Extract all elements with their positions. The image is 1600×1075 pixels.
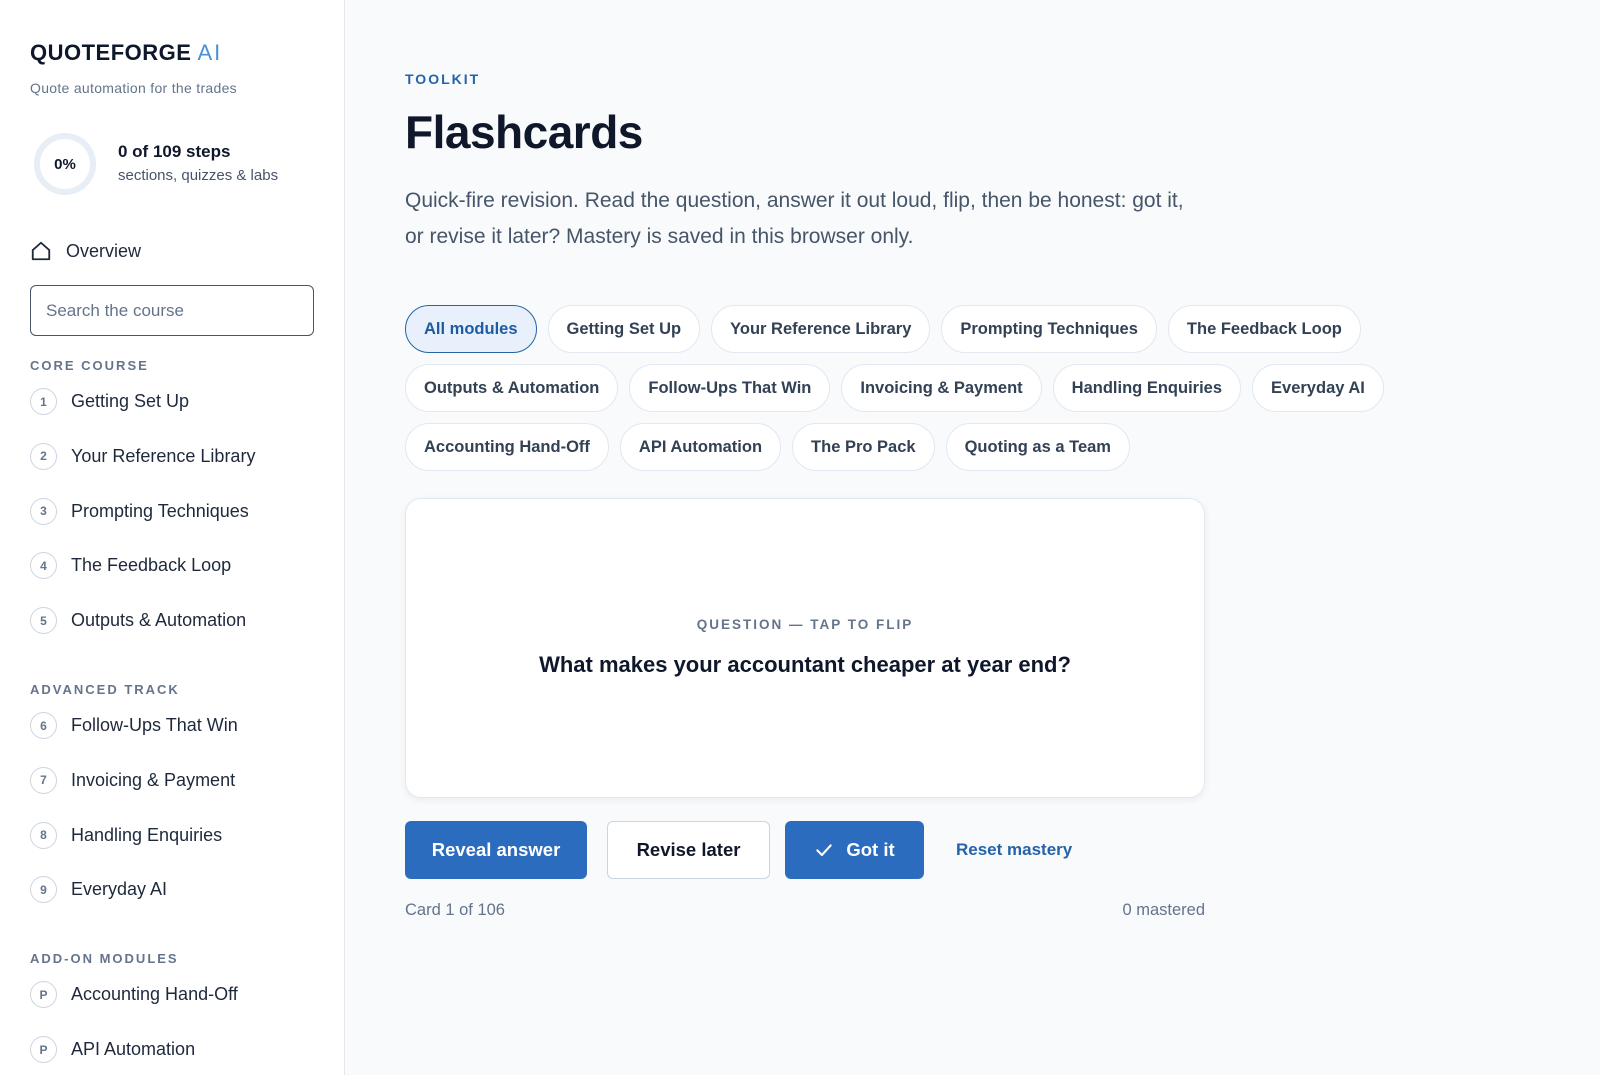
home-icon [31, 241, 51, 261]
sidebar: QUOTEFORGE AI Quote automation for the tr… [0, 0, 345, 1075]
step-number-badge: 8 [30, 821, 57, 849]
step-number-badge: 2 [30, 442, 57, 470]
sidebar-item[interactable]: 8 Handling Enquiries [30, 821, 223, 849]
sidebar-item[interactable]: 6 Follow-Ups That Win [30, 712, 238, 739]
step-number-badge: 7 [30, 766, 57, 794]
step-number-badge: P [30, 1036, 57, 1063]
sidebar-item[interactable]: 4 The Feedback Loop [30, 552, 232, 580]
search-input[interactable] [30, 285, 314, 336]
filter-chip[interactable]: Invoicing & Payment [841, 364, 1042, 412]
nav-overview-label: Overview [66, 240, 142, 261]
step-number-badge: P [30, 981, 57, 1009]
step-number-badge: 5 [30, 607, 57, 635]
filter-chip[interactable]: Getting Set Up [547, 305, 701, 353]
brand-suffix: AI [197, 40, 223, 65]
revise-later-button[interactable]: Revise later [607, 821, 770, 879]
sidebar-item-label: Getting Set Up [71, 391, 190, 411]
sidebar-item-label: Invoicing & Payment [71, 769, 236, 790]
reveal-answer-button[interactable]: Reveal answer [405, 821, 587, 879]
sidebar-item-label: Accounting Hand-Off [71, 984, 238, 1005]
nav-section-label: ADD-ON MODULES [30, 951, 179, 967]
sidebar-item[interactable]: P Accounting Hand-Off [30, 981, 238, 1009]
got-it-label: Got it [846, 839, 895, 860]
sidebar-item-label: Outputs & Automation [71, 610, 247, 631]
progress-steps: 0 of 109 steps [118, 142, 231, 161]
filter-chip[interactable]: Your Reference Library [711, 305, 931, 353]
reset-mastery-link[interactable]: Reset mastery [956, 840, 1072, 860]
progress-steps-sub: sections, quizzes & labs [118, 167, 279, 184]
brand-name: QUOTEFORGE [30, 40, 192, 65]
flashcard-question: What makes your accountant cheaper at ye… [539, 652, 1071, 677]
brand-tagline: Quote automation for the trades [30, 80, 237, 96]
sidebar-item-label: Follow-Ups That Win [71, 715, 238, 735]
sidebar-item-label: The Feedback Loop [71, 555, 232, 576]
page-eyebrow: TOOLKIT [405, 71, 481, 87]
sidebar-item[interactable]: 3 Prompting Techniques [30, 497, 249, 525]
sidebar-item-label: Prompting Techniques [71, 500, 249, 521]
sidebar-item[interactable]: P API Automation [30, 1036, 195, 1063]
filter-chip[interactable]: Handling Enquiries [1052, 364, 1242, 412]
filter-chip[interactable]: Accounting Hand-Off [405, 423, 609, 471]
filter-chip[interactable]: The Pro Pack [792, 423, 935, 471]
nav-overview[interactable]: Overview [30, 240, 141, 262]
card-counter: Card 1 of 106 [405, 901, 505, 919]
filter-chip[interactable]: All modules [405, 305, 537, 353]
module-filter-chips: All modules Getting Set Up Your Reference … [405, 305, 1405, 471]
progress-percent: 0% [54, 155, 76, 173]
sidebar-item[interactable]: 5 Outputs & Automation [30, 607, 247, 635]
sidebar-item[interactable]: 2 Your Reference Library [30, 442, 256, 470]
filter-chip[interactable]: Everyday AI [1252, 364, 1384, 412]
main-content: TOOLKIT Flashcards Quick-fire revision. … [345, 0, 1600, 1075]
mastered-count: 0 mastered [1122, 901, 1205, 919]
brand-logo[interactable]: QUOTEFORGE AI [30, 40, 222, 66]
step-number-badge: 3 [30, 497, 57, 525]
filter-chip[interactable]: Outputs & Automation [405, 364, 619, 412]
filter-chip[interactable]: Quoting as a Team [945, 423, 1130, 471]
page-title: Flashcards [405, 106, 643, 158]
sidebar-item-label: API Automation [71, 1039, 196, 1059]
nav-section-label: CORE COURSE [30, 358, 149, 373]
sidebar-item-label: Your Reference Library [71, 445, 256, 466]
check-icon [816, 844, 833, 857]
sidebar-item[interactable]: 7 Invoicing & Payment [30, 766, 236, 794]
step-number-badge: 1 [30, 388, 57, 415]
sidebar-item-label: Everyday AI [71, 879, 168, 900]
flashcard[interactable]: QUESTION — TAP TO FLIP What makes your a… [405, 498, 1205, 798]
page-description: Quick-fire revision. Read the question, … [405, 189, 1184, 248]
filter-chip[interactable]: API Automation [619, 423, 782, 471]
step-number-badge: 4 [30, 552, 57, 580]
nav-section-label: ADVANCED TRACK [30, 682, 180, 697]
step-number-badge: 9 [30, 876, 57, 904]
step-number-badge: 6 [30, 712, 57, 739]
filter-chip[interactable]: Follow-Ups That Win [629, 364, 831, 412]
filter-chip[interactable]: Prompting Techniques [941, 305, 1157, 353]
sidebar-item[interactable]: 1 Getting Set Up [30, 388, 189, 415]
progress-ring: 0% [33, 132, 97, 196]
sidebar-item[interactable]: 9 Everyday AI [30, 876, 168, 904]
filter-chip[interactable]: The Feedback Loop [1167, 305, 1361, 353]
got-it-button[interactable]: Got it [785, 821, 924, 879]
flashcard-label: QUESTION — TAP TO FLIP [696, 617, 914, 632]
sidebar-item-label: Handling Enquiries [71, 824, 223, 845]
